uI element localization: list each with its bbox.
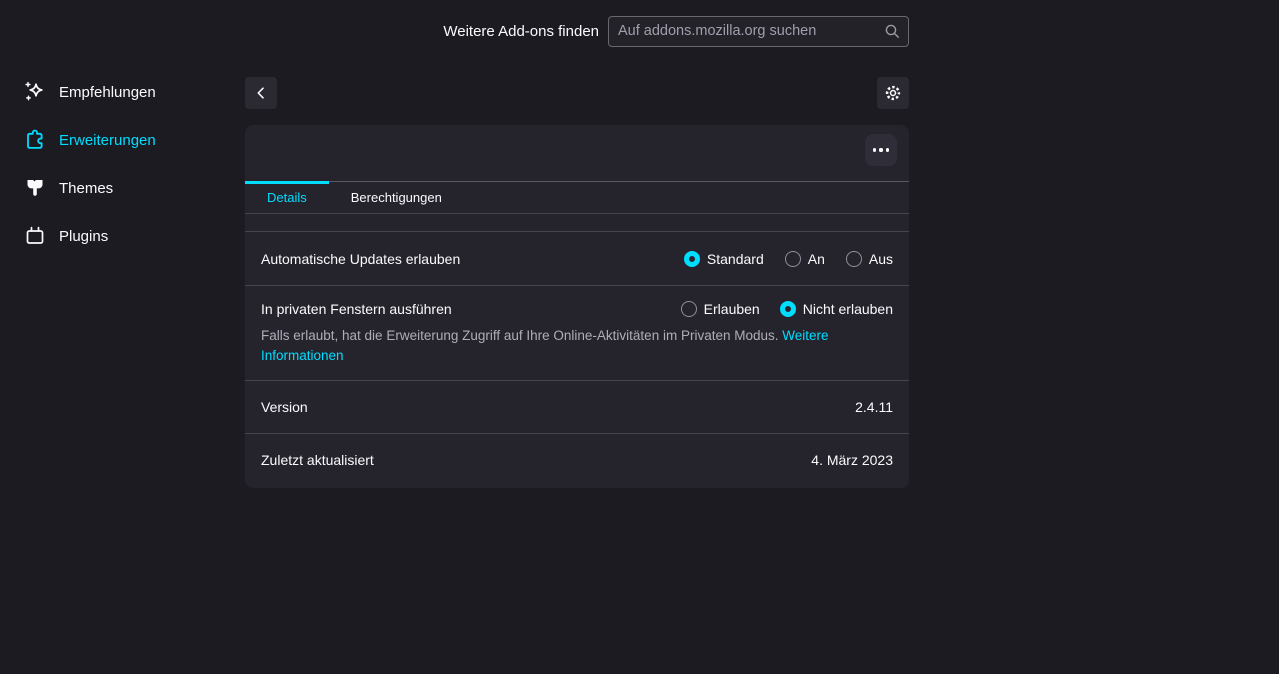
sidebar-item-label: Erweiterungen <box>59 132 156 149</box>
version-value: 2.4.11 <box>855 399 893 415</box>
settings-button[interactable] <box>877 77 909 109</box>
recommendations-icon <box>22 80 47 105</box>
private-windows-label: In privaten Fenstern ausführen <box>261 301 452 317</box>
radio-option-allow[interactable]: Erlauben <box>681 301 760 317</box>
gear-icon <box>884 84 902 102</box>
sidebar-item-extensions[interactable]: Erweiterungen <box>20 116 230 164</box>
detail-tab-bar: Details Berechtigungen <box>245 181 909 214</box>
more-options-button[interactable] <box>865 134 897 166</box>
addons-category-sidebar: Empfehlungen Erweiterungen Themes Plugin <box>20 68 230 260</box>
chevron-left-icon <box>253 85 269 101</box>
plugins-icon <box>22 224 47 249</box>
ellipsis-icon <box>873 148 889 151</box>
last-updated-label: Zuletzt aktualisiert <box>261 452 374 468</box>
radio-unselected-icon <box>846 251 862 267</box>
version-label: Version <box>261 399 308 415</box>
private-windows-description: Falls erlaubt, hat die Erweiterung Zugri… <box>261 326 893 366</box>
radio-selected-icon <box>780 301 796 317</box>
section-spacer <box>245 214 909 232</box>
find-addons-label: Weitere Add-ons finden <box>443 23 599 40</box>
sidebar-item-plugins[interactable]: Plugins <box>20 212 230 260</box>
addons-search-box <box>608 16 909 47</box>
version-row: Version 2.4.11 <box>245 381 909 434</box>
radio-option-standard[interactable]: Standard <box>684 251 764 267</box>
radio-unselected-icon <box>785 251 801 267</box>
private-windows-radio-group: Erlauben Nicht erlauben <box>681 301 893 317</box>
addon-detail-card: Details Berechtigungen Automatische Upda… <box>245 125 909 488</box>
sidebar-item-label: Plugins <box>59 228 108 245</box>
sidebar-item-recommendations[interactable]: Empfehlungen <box>20 68 230 116</box>
auto-updates-label: Automatische Updates erlauben <box>261 251 460 267</box>
addons-search-bar: Weitere Add-ons finden <box>0 15 909 47</box>
radio-option-off[interactable]: Aus <box>846 251 893 267</box>
sidebar-item-themes[interactable]: Themes <box>20 164 230 212</box>
addon-card-header <box>245 125 909 181</box>
radio-option-dont-allow[interactable]: Nicht erlauben <box>780 301 893 317</box>
sidebar-item-label: Themes <box>59 180 113 197</box>
auto-updates-row: Automatische Updates erlauben Standard A… <box>245 232 909 286</box>
last-updated-value: 4. März 2023 <box>811 452 893 468</box>
search-input[interactable] <box>608 16 909 47</box>
radio-unselected-icon <box>681 301 697 317</box>
tab-permissions[interactable]: Berechtigungen <box>329 182 464 213</box>
tab-details[interactable]: Details <box>245 182 329 213</box>
last-updated-row: Zuletzt aktualisiert 4. März 2023 <box>245 434 909 485</box>
themes-icon <box>22 176 47 201</box>
radio-option-on[interactable]: An <box>785 251 825 267</box>
radio-selected-icon <box>684 251 700 267</box>
auto-updates-radio-group: Standard An Aus <box>684 251 893 267</box>
private-windows-row: In privaten Fenstern ausführen Erlauben … <box>245 286 909 381</box>
back-button[interactable] <box>245 77 277 109</box>
extensions-icon <box>22 128 47 153</box>
sidebar-item-label: Empfehlungen <box>59 84 156 101</box>
